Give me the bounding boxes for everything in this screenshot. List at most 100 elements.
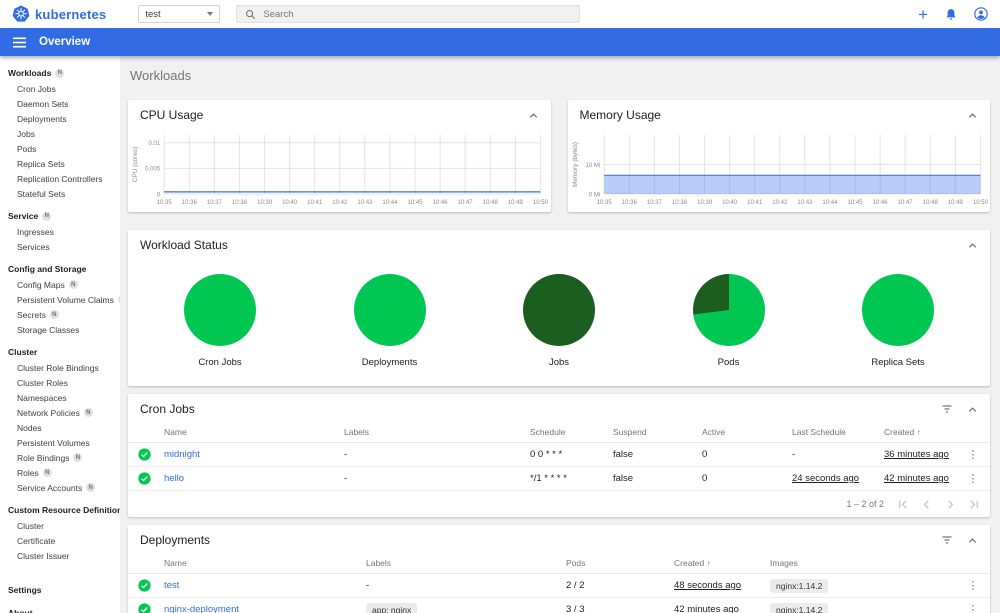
label-chip: app: nginx xyxy=(366,602,418,613)
cron-job-row[interactable]: midnight - 0 0 * * * false 0 - 36 minute… xyxy=(128,443,990,467)
deployment-name-link[interactable]: nginx-deployment xyxy=(164,604,366,613)
row-menu-button[interactable]: ⋮ xyxy=(956,579,990,592)
sidebar-item-cluster[interactable]: Cluster xyxy=(0,518,120,533)
column-header-created[interactable]: Created ↑ xyxy=(674,558,770,568)
sidebar-item-persistent-volumes[interactable]: Persistent Volumes xyxy=(0,435,120,450)
row-menu-button[interactable]: ⋮ xyxy=(956,603,990,613)
search-input[interactable] xyxy=(263,8,572,20)
sidebar-item-config-maps[interactable]: Config Maps N xyxy=(0,277,120,292)
pie-label: Pods xyxy=(717,357,740,368)
first-page-button[interactable] xyxy=(897,499,908,510)
pie-chart-replica-sets[interactable] xyxy=(862,274,934,346)
column-header-images[interactable]: Images xyxy=(770,558,956,568)
sidebar-item-nodes[interactable]: Nodes xyxy=(0,420,120,435)
column-header-active[interactable]: Active xyxy=(702,427,792,437)
sidebar-item-namespaces[interactable]: Namespaces xyxy=(0,390,120,405)
pie-chart-pods[interactable] xyxy=(692,274,765,346)
sidebar-item-deployments[interactable]: Deployments xyxy=(0,111,120,126)
sidebar-item-persistent-volume-claims[interactable]: Persistent Volume ClaimsN xyxy=(0,292,120,307)
pie-chart-deployments[interactable] xyxy=(353,274,426,346)
last-page-button[interactable] xyxy=(969,499,980,510)
deployment-name-link[interactable]: test xyxy=(164,580,366,591)
profile-button[interactable] xyxy=(974,7,988,21)
collapse-icon[interactable] xyxy=(967,110,978,121)
bell-icon xyxy=(946,8,956,20)
search-bar[interactable] xyxy=(236,5,581,23)
deployment-row[interactable]: nginx-deployment app: nginx 3 / 3 42 min… xyxy=(128,598,990,613)
cron-job-name-link[interactable]: midnight xyxy=(164,449,344,460)
column-header-last-schedule[interactable]: Last Schedule xyxy=(792,427,884,437)
collapse-icon[interactable] xyxy=(967,240,978,251)
row-menu-button[interactable]: ⋮ xyxy=(956,472,990,485)
column-header-name[interactable]: Name xyxy=(164,558,366,568)
sidebar-item-cron-jobs[interactable]: Cron Jobs xyxy=(0,81,120,96)
sidebar-section-workloads[interactable]: Workloads N xyxy=(0,64,120,81)
sidebar-item-jobs[interactable]: Jobs xyxy=(0,126,120,141)
column-header-suspend[interactable]: Suspend xyxy=(613,427,702,437)
memory-usage-card: Memory Usage 10:35 10:36 10:37 10:38 10:39 10… xyxy=(567,100,990,212)
sidebar-section-config-and-storage[interactable]: Config and Storage xyxy=(0,260,120,277)
sidebar-item-services[interactable]: Services xyxy=(0,239,120,254)
sidebar-item-ingresses[interactable]: Ingresses xyxy=(0,224,120,239)
sidebar-section-cluster[interactable]: Cluster xyxy=(0,343,120,360)
svg-text:10:50: 10:50 xyxy=(972,200,988,206)
next-page-button[interactable] xyxy=(945,499,956,510)
sidebar-item-cluster-issuer[interactable]: Cluster Issuer xyxy=(0,548,120,563)
column-header-schedule[interactable]: Schedule xyxy=(530,427,613,437)
menu-button[interactable] xyxy=(13,37,26,48)
workloads-heading: Workloads xyxy=(130,68,192,83)
create-resource-button[interactable]: + xyxy=(918,6,928,23)
sidebar-item-replication-controllers[interactable]: Replication Controllers xyxy=(0,171,120,186)
sidebar-item-storage-classes[interactable]: Storage Classes xyxy=(0,322,120,337)
cron-job-name-link[interactable]: hello xyxy=(164,473,344,484)
sidebar-item-label: Persistent Volume Claims xyxy=(17,294,114,305)
pie-chart-jobs[interactable] xyxy=(523,274,595,346)
sidebar-item-cluster-roles[interactable]: Cluster Roles xyxy=(0,375,120,390)
sidebar-item-cluster-role-bindings[interactable]: Cluster Role Bindings xyxy=(0,360,120,375)
column-header-name[interactable]: Name xyxy=(164,427,344,437)
sidebar-item-label: Jobs xyxy=(17,128,35,139)
sidebar-section-custom-resource-definitions[interactable]: Custom Resource Definitions xyxy=(0,501,120,518)
svg-text:10:42: 10:42 xyxy=(772,200,788,206)
filter-icon[interactable] xyxy=(941,403,953,415)
image-chip: nginx:1.14.2 xyxy=(770,578,829,593)
column-header-pods[interactable]: Pods xyxy=(566,558,674,568)
sidebar-item-service-accounts[interactable]: Service Accounts N xyxy=(0,480,120,495)
collapse-icon[interactable] xyxy=(528,110,539,121)
svg-text:10:46: 10:46 xyxy=(872,200,888,206)
labels-cell: - xyxy=(366,580,370,591)
kubernetes-brand[interactable]: kubernetes xyxy=(12,5,106,23)
column-header-labels[interactable]: Labels xyxy=(344,427,530,437)
filter-icon[interactable] xyxy=(941,534,953,546)
collapse-icon[interactable] xyxy=(967,535,978,546)
sidebar-item-replica-sets[interactable]: Replica Sets xyxy=(0,156,120,171)
notifications-button[interactable] xyxy=(945,8,957,21)
previous-page-button[interactable] xyxy=(921,499,932,510)
pie-chart-cron-jobs[interactable] xyxy=(184,274,256,346)
sidebar-item-pods[interactable]: Pods xyxy=(0,141,120,156)
namespace-selector[interactable]: test xyxy=(138,5,221,23)
sidebar-item-secrets[interactable]: Secrets N xyxy=(0,307,120,322)
svg-text:10:40: 10:40 xyxy=(722,200,738,206)
sidebar-item-network-policies[interactable]: Network Policies N xyxy=(0,405,120,420)
sidebar-item-label: Secrets xyxy=(17,309,46,320)
sidebar-item-settings[interactable]: Settings xyxy=(0,581,120,598)
column-header-created[interactable]: Created ↑ xyxy=(884,427,956,437)
sidebar-item-about[interactable]: About xyxy=(0,604,120,613)
column-header-labels[interactable]: Labels xyxy=(366,558,566,568)
collapse-icon[interactable] xyxy=(967,404,978,415)
namespaced-badge: N xyxy=(68,280,78,289)
deployment-row[interactable]: test - 2 / 2 48 seconds ago nginx:1.14.2… xyxy=(128,574,990,598)
svg-text:10:44: 10:44 xyxy=(822,200,838,206)
sidebar-item-certificate[interactable]: Certificate xyxy=(0,533,120,548)
sidebar-item-daemon-sets[interactable]: Daemon Sets xyxy=(0,96,120,111)
svg-text:10 Mi: 10 Mi xyxy=(585,163,600,169)
sidebar-item-role-bindings[interactable]: Role Bindings N xyxy=(0,450,120,465)
sidebar-item-roles[interactable]: Roles N xyxy=(0,465,120,480)
cron-jobs-table-body: midnight - 0 0 * * * false 0 - 36 minute… xyxy=(128,443,990,491)
cron-job-row[interactable]: hello - */1 * * * * false 0 24 seconds a… xyxy=(128,467,990,491)
sidebar-section-service[interactable]: Service N xyxy=(0,207,120,224)
sidebar-item-stateful-sets[interactable]: Stateful Sets xyxy=(0,186,120,201)
svg-text:0: 0 xyxy=(157,192,161,198)
row-menu-button[interactable]: ⋮ xyxy=(956,448,990,461)
